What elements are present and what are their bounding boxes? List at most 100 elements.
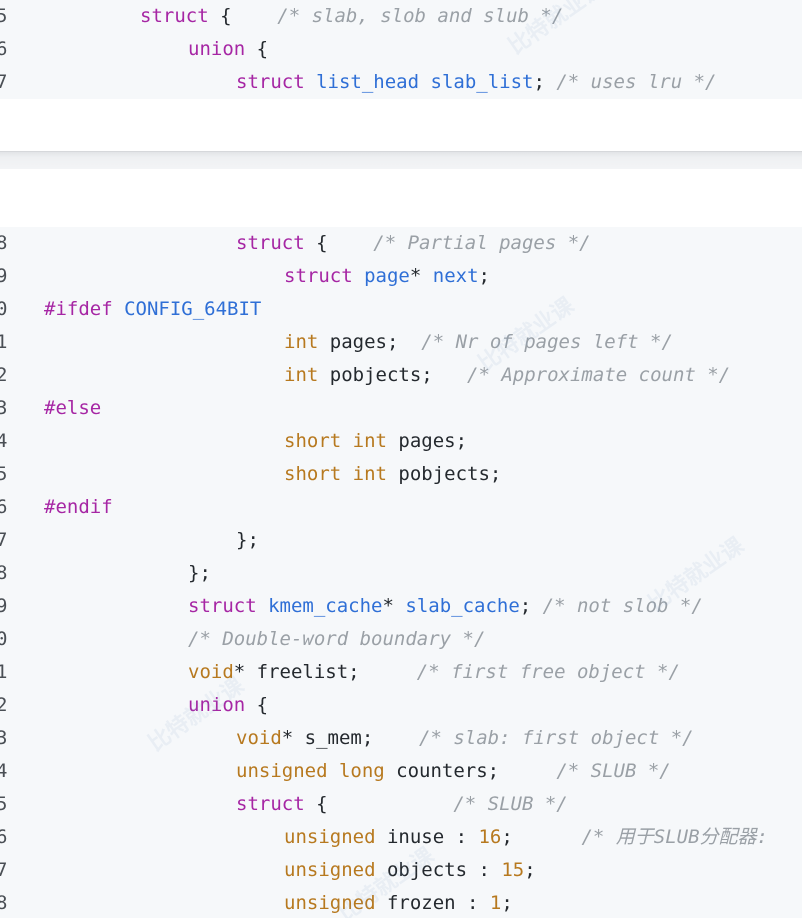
code-text: }; [188,557,211,590]
line-number: 2 [0,364,8,386]
code-token: ; [524,859,536,881]
code-token: ; [533,71,545,93]
code-token: 16 [478,826,502,848]
code-token: unsigned [236,760,328,782]
line-number: 1 [0,661,8,683]
code-text: struct kmem_cache* slab_cache; /* not sl… [188,590,703,623]
line-number: 6 [0,826,8,848]
code-text: short int pages; [284,425,467,458]
code-token: #ifdef [44,298,113,320]
code-token: unsigned [284,892,376,914]
line-number: 0 [0,628,8,650]
line-number: 9 [0,265,8,287]
code-token: ; [478,265,490,287]
code-text: struct { /* slab, slob and slub */ [140,0,563,33]
code-token: struct [236,232,305,254]
code-token: { [208,5,243,27]
line-number: 4 [0,760,8,782]
line-number: 6 [0,38,8,60]
code-token: /* SLUB */ [453,793,568,815]
line-number: 4 [0,430,8,452]
code-token: /* SLUB */ [556,760,671,782]
code-token: pages; [318,331,422,353]
code-text: struct { /* SLUB */ [236,788,568,821]
code-text: unsigned objects : 15; [284,854,536,887]
line-number: 5 [0,5,8,27]
code-token: union [188,38,246,60]
code-token: CONFIG_64BIT [124,298,262,320]
code-text: union { [188,33,268,66]
code-token: 15 [501,859,525,881]
code-token: * [409,265,433,287]
code-token: int [352,430,387,452]
code-text: struct list_head slab_list; /* uses lru … [236,66,717,99]
code-token: inuse : [375,826,479,848]
line-number: 1 [0,331,8,353]
code-block-bottom: 8 struct { /* Partial pages */ 9 struct pag… [0,227,802,918]
code-text: #else [44,392,101,425]
line-number: 7 [0,71,8,93]
code-token: frozen : [375,892,490,914]
code-text: #endif [44,491,113,524]
code-text: struct { /* Partial pages */ [236,227,591,260]
line-number: 0 [0,298,8,320]
code-token: /* slab, slob and slub */ [242,5,564,27]
code-token: #endif [44,496,113,518]
code-token: /* first free object */ [416,661,680,683]
line-number: 3 [0,727,8,749]
code-token: pobjects; [386,463,502,485]
code-text: int pobjects; /* Approximate count */ [284,359,730,392]
code-text: void* s_mem; /* slab: first object */ [236,722,694,755]
line-number: 8 [0,232,8,254]
page-divider [0,151,802,169]
code-text: /* Double-word boundary */ [188,623,485,656]
page-gap-bottom [0,169,802,227]
code-token: kmem_cache [268,595,383,617]
code-token: }; [236,529,259,551]
code-text: unsigned long counters; /* SLUB */ [236,755,671,788]
code-token: ; [501,826,582,848]
code-token: struct [236,71,305,93]
code-token: page [364,265,410,287]
code-token: #else [44,397,102,419]
code-token: { [304,232,339,254]
code-token: struct [188,595,257,617]
code-token: /* Approximate count */ [467,364,731,386]
line-number: 8 [0,892,8,914]
line-number: 8 [0,562,8,584]
code-token: * s_mem; [281,727,420,749]
page-gap-top [0,99,802,151]
code-token: list_head [316,71,420,93]
line-number: 5 [0,463,8,485]
line-number: 6 [0,496,8,518]
code-token: /* Partial pages */ [338,232,591,254]
line-number: 3 [0,397,8,419]
code-token: /* Double-word boundary */ [188,628,486,650]
line-number: 7 [0,859,8,881]
code-text: struct page* next; [284,260,490,293]
code-text: }; [236,524,259,557]
code-token: long [338,760,385,782]
code-token: objects : [375,859,502,881]
code-token: { [245,38,269,60]
code-token: int [284,331,319,353]
code-token: /* uses lru */ [544,71,717,93]
code-token: /* Nr of pages left */ [421,331,673,353]
code-token: ; [501,892,513,914]
code-token: int [284,364,319,386]
code-token: /* 用于SLUB分配器: [581,826,768,848]
code-token: slab_cache [405,595,520,617]
code-token: void [236,727,282,749]
line-number: 9 [0,595,8,617]
code-token: unsigned [284,859,376,881]
code-token: { [304,793,454,815]
code-token: /* not slob */ [542,595,703,617]
code-token: counters; [384,760,557,782]
